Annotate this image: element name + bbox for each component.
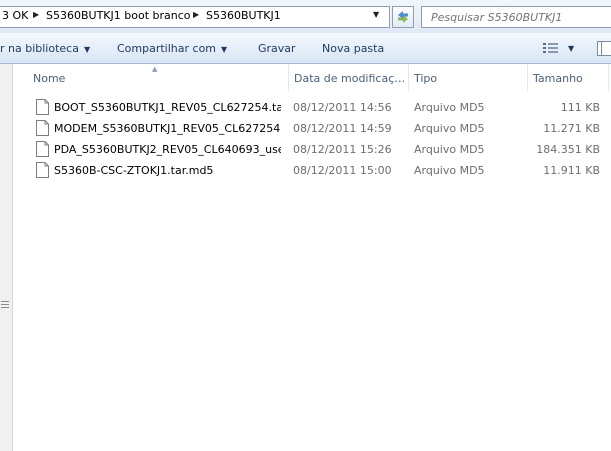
file-type: Arquivo MD5 [414,143,485,156]
chevron-down-icon: ▼ [221,45,228,54]
file-size: 184.351 KB [536,143,600,156]
include-in-library-label: r na biblioteca [0,42,79,55]
file-row[interactable]: PDA_S5360BUTKJ2_REV05_CL640693_user... 0… [29,139,611,160]
burn-button[interactable]: Gravar [258,42,296,55]
search-box[interactable] [421,6,611,28]
sort-ascending-icon: ▲ [152,65,158,73]
document-icon [36,141,49,157]
breadcrumb-separator-icon[interactable]: ▶ [193,10,199,19]
file-date: 08/12/2011 15:26 [293,143,392,156]
file-row[interactable]: MODEM_S5360BUTKJ1_REV05_CL627254.... 08/… [29,118,611,139]
views-dropdown-icon[interactable]: ▼ [568,44,574,53]
column-header-size[interactable]: Tamanho [527,64,609,91]
include-in-library-button[interactable]: r na biblioteca ▼ [0,42,90,55]
file-date: 08/12/2011 14:59 [293,122,392,135]
command-bar: r na biblioteca ▼ Compartilhar com ▼ Grava… [0,33,611,64]
file-name: PDA_S5360BUTKJ2_REV05_CL640693_user... [54,143,281,156]
navigation-pane[interactable] [0,64,13,451]
address-dropdown-icon[interactable]: ▼ [373,10,379,19]
file-name: MODEM_S5360BUTKJ1_REV05_CL627254.... [54,122,281,135]
file-size: 11.271 KB [543,122,600,135]
file-name: S5360B-CSC-ZTOKJ1.tar.md5 [54,164,214,177]
chevron-down-icon: ▼ [83,45,91,54]
new-folder-button[interactable]: Nova pasta [322,42,384,55]
refresh-icon [398,11,408,23]
file-type: Arquivo MD5 [414,122,485,135]
file-type: Arquivo MD5 [414,164,485,177]
breadcrumb-item-boot-branco[interactable]: S5360BUTKJ1 boot branco [46,9,191,22]
splitter-grip-icon[interactable] [1,301,9,311]
file-type: Arquivo MD5 [414,101,485,114]
views-icon[interactable] [543,43,559,54]
share-with-label: Compartilhar com [117,42,217,55]
document-icon [36,162,49,178]
address-bar-row: 3 OK ▶ S5360BUTKJ1 boot branco ▶ S5360BU… [0,0,611,33]
file-date: 08/12/2011 14:56 [293,101,392,114]
file-size: 111 KB [560,101,600,114]
address-bar[interactable]: 3 OK ▶ S5360BUTKJ1 boot branco ▶ S5360BU… [0,6,390,28]
file-date: 08/12/2011 15:00 [293,164,392,177]
document-icon [36,120,49,136]
column-header: Nome Data de modificaç… Tipo Tamanho [14,64,611,91]
preview-pane-toggle[interactable] [597,41,611,56]
breadcrumb-separator-icon[interactable]: ▶ [33,10,39,19]
column-header-type[interactable]: Tipo [408,64,528,91]
breadcrumb-item-current[interactable]: S5360BUTKJ1 [206,9,281,22]
breadcrumb-item-parent[interactable]: 3 OK [2,9,28,22]
file-row[interactable]: S5360B-CSC-ZTOKJ1.tar.md5 08/12/2011 15:… [29,160,611,181]
share-with-button[interactable]: Compartilhar com ▼ [117,42,227,55]
column-header-name[interactable]: Nome [27,64,289,91]
document-icon [36,99,49,115]
file-row[interactable]: BOOT_S5360BUTKJ1_REV05_CL627254.tar.... … [29,97,611,118]
search-input[interactable] [422,7,611,27]
file-size: 11.911 KB [543,164,600,177]
column-header-date[interactable]: Data de modificaç… [288,64,409,91]
file-name: BOOT_S5360BUTKJ1_REV05_CL627254.tar.... [54,101,281,114]
refresh-button[interactable] [392,6,414,28]
